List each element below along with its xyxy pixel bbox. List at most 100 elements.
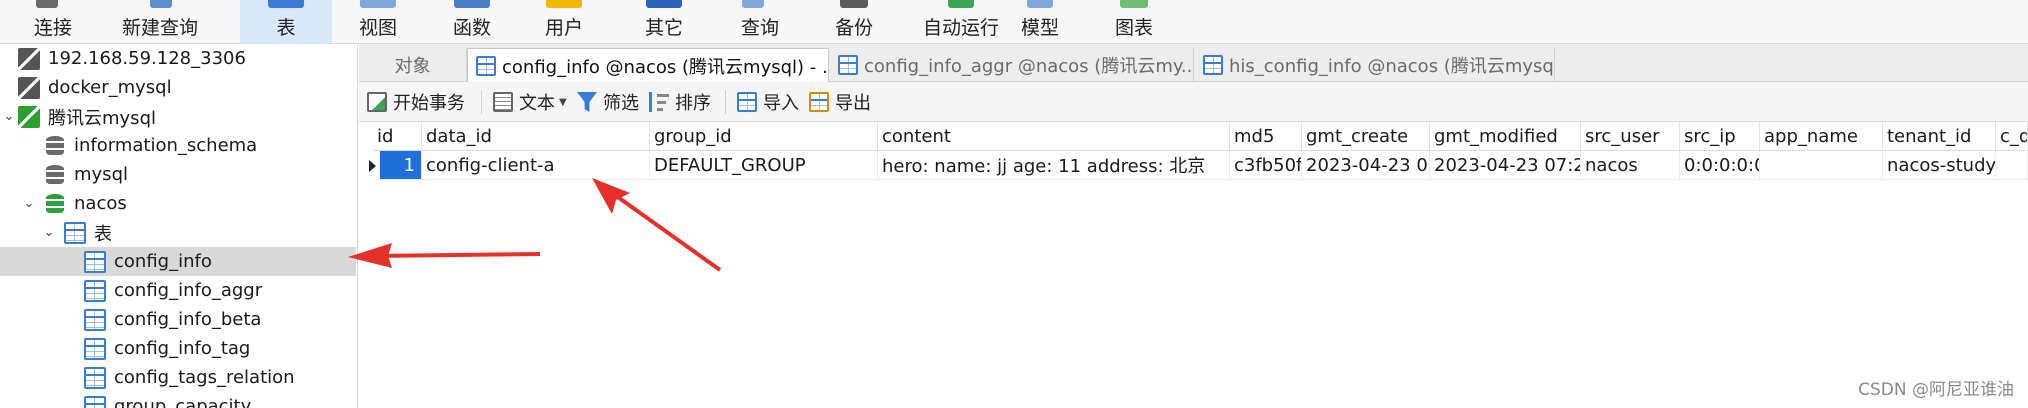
text-view-button[interactable]: 文本 ▼ [493,88,567,116]
tree-item-connection-1[interactable]: 192.168.59.128_3306 [0,44,356,73]
table-cell[interactable]: 2023-04-23 07:2 [1430,151,1581,180]
tree-item-database-information-schema[interactable]: information_schema [0,131,356,160]
import-label: 导入 [763,93,799,114]
query-icon [742,0,764,8]
table-cell[interactable]: c3fb50f [1230,151,1302,180]
tree-item-database-mysql[interactable]: mysql [0,160,356,189]
document-icon [493,92,513,112]
export-label: 导出 [835,93,871,114]
dropdown-arrow-icon: ▼ [559,96,567,108]
column-header[interactable]: data_id [422,122,650,151]
toolbar-view-button[interactable]: 视图 [344,0,412,44]
toolbar-table-button[interactable]: 表 [240,0,332,44]
database-icon [44,135,66,157]
toolbar-other-label: 其它 [644,17,683,39]
tab-config-info-aggr[interactable]: config_info_aggr @nacos (腾讯云my... [830,48,1194,82]
tree-item-table-group-capacity[interactable]: group_capacity [0,392,356,408]
column-header[interactable]: md5 [1230,122,1302,151]
toolbar-chart-label: 图表 [1114,17,1153,39]
model-icon [1027,0,1053,8]
table-icon [84,279,106,302]
column-header[interactable]: content [878,122,1230,151]
tree-item-label: information_schema [74,135,258,156]
database-icon [44,193,66,215]
tree-item-table-config-info-beta[interactable]: config_info_beta [0,305,356,334]
column-header[interactable]: src_ip [1680,122,1760,151]
table-cell[interactable]: 1 [380,151,422,180]
column-header[interactable]: tenant_id [1883,122,1996,151]
tree-item-database-nacos[interactable]: ⌄ nacos [0,189,356,218]
table-cell[interactable]: hero: name: jj age: 11 address: 北京 [878,151,1230,180]
tab-objects[interactable]: 对象 [359,48,467,82]
toolbar-other-button[interactable]: 其它 [628,0,700,44]
table-icon [1203,55,1223,75]
import-icon [737,92,757,112]
tab-his-config-info[interactable]: his_config_info @nacos (腾讯云mysq... [1195,48,1555,82]
table-cell[interactable]: nacos [1581,151,1680,180]
tree-item-label: config_info_beta [114,309,262,330]
toolbar-backup-button[interactable]: 备份 [820,0,888,44]
table-icon [476,55,496,76]
table-cell[interactable] [1760,151,1883,180]
column-header[interactable]: group_id [650,122,878,151]
table-cell[interactable]: 2023-04-23 07 [1302,151,1430,180]
toolbar-new-query-button[interactable]: 新建查询 [110,0,210,44]
tree-item-label: 192.168.59.128_3306 [48,48,246,69]
data-grid[interactable]: id data_id group_id content md5 gmt_crea… [359,122,2028,408]
tree-item-connection-3[interactable]: ⌄ 腾讯云mysql [0,102,356,131]
table-icon [84,308,106,331]
main-toolbar: 连接 新建查询 表 视图 函数 用户 其它 查询 备份 自动运行 模型 图表 [0,0,2028,44]
column-header[interactable]: gmt_create [1302,122,1430,151]
database-icon [44,164,66,186]
toolbar-chart-button[interactable]: 图表 [1098,0,1170,44]
filter-button[interactable]: 筛选 [577,88,639,116]
tab-config-info[interactable]: config_info @nacos (腾讯云mysql) - ... [467,48,829,82]
toolbar-function-button[interactable]: 函数 [438,0,506,44]
tab-label: config_info_aggr @nacos (腾讯云my... [864,56,1194,77]
user-icon [546,0,582,8]
toolbar-function-label: 函数 [452,17,491,39]
table-cell[interactable] [1996,151,2028,180]
tree-item-label: 表 [94,223,112,245]
connection-tree[interactable]: 192.168.59.128_3306 docker_mysql ⌄ 腾讯云my… [0,44,358,408]
sort-icon [649,92,669,112]
filter-icon [577,92,597,112]
chevron-down-icon[interactable]: ⌄ [2,109,16,124]
tab-label: config_info @nacos (腾讯云mysql) - ... [502,56,829,78]
table-cell[interactable]: DEFAULT_GROUP [650,151,878,180]
table-toolbar: 开始事务 文本 ▼ 筛选 排序 导入 导出 [359,82,2028,122]
watermark: CSDN @阿尼亚谁油 [1858,380,2014,400]
table-cell[interactable]: 0:0:0:0:0: [1680,151,1760,180]
begin-transaction-button[interactable]: 开始事务 [367,88,465,116]
toolbar-query-button[interactable]: 查询 [726,0,794,44]
tree-item-table-config-tags-relation[interactable]: config_tags_relation [0,363,356,392]
chevron-down-icon[interactable]: ⌄ [22,196,36,211]
tree-item-tables-folder[interactable]: ⌄ 表 [0,218,356,247]
toolbar-model-button[interactable]: 模型 [1006,0,1074,44]
table-icon [838,55,858,75]
plug-icon [36,0,58,8]
table-cell[interactable]: nacos-study [1883,151,1996,180]
chevron-down-icon[interactable]: ⌄ [42,225,56,240]
toolbar-user-button[interactable]: 用户 [530,0,598,44]
column-header[interactable]: c_d [1996,122,2028,151]
import-button[interactable]: 导入 [737,88,799,116]
function-icon [454,0,490,8]
column-header[interactable]: id [373,122,422,151]
sort-button[interactable]: 排序 [649,88,711,116]
tree-item-table-config-info[interactable]: config_info [0,247,356,276]
tree-item-connection-2[interactable]: docker_mysql [0,73,356,102]
schedule-icon [948,0,974,8]
export-button[interactable]: 导出 [809,88,871,116]
backup-icon [840,0,868,8]
table-cell[interactable]: config-client-a [422,151,650,180]
tree-item-table-config-info-tag[interactable]: config_info_tag [0,334,356,363]
column-header[interactable]: app_name [1760,122,1883,151]
table-icon [84,337,106,360]
begin-transaction-label: 开始事务 [393,93,465,114]
column-header[interactable]: gmt_modified [1430,122,1581,151]
toolbar-automation-button[interactable]: 自动运行 [906,0,1016,44]
tree-item-table-config-info-aggr[interactable]: config_info_aggr [0,276,356,305]
toolbar-connect-button[interactable]: 连接 [22,0,84,44]
column-header[interactable]: src_user [1581,122,1680,151]
